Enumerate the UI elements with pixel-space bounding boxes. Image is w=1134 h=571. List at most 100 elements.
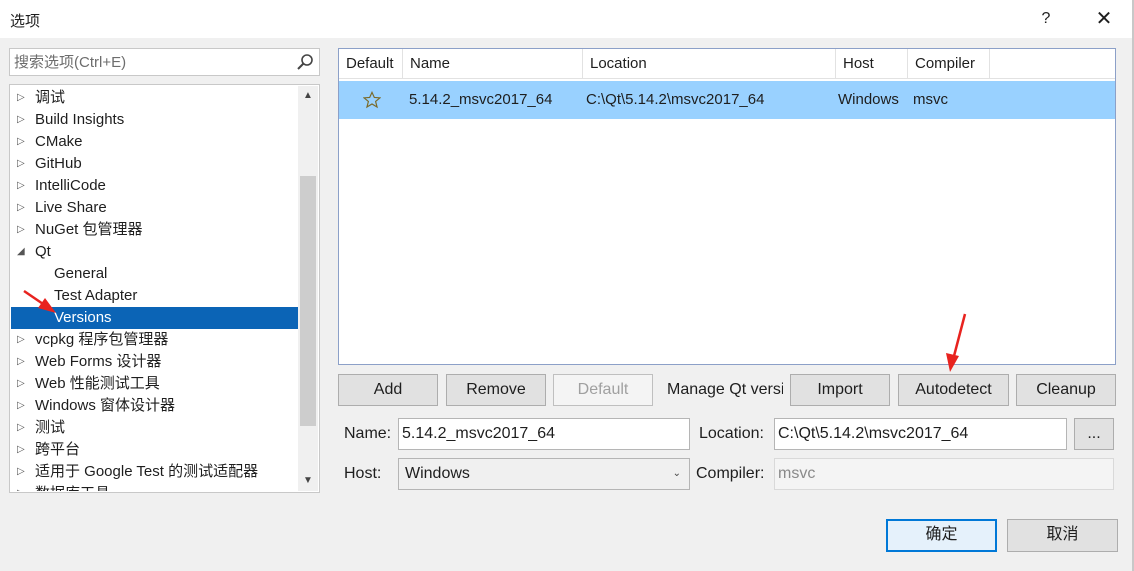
expand-icon[interactable]: ▷ (17, 87, 29, 109)
tree-item-label: 数据库工具 (35, 483, 110, 491)
tree-item-intellicode[interactable]: ▷ IntelliCode (11, 175, 298, 197)
remove-button[interactable]: Remove (446, 374, 546, 406)
tree-item-cmake[interactable]: ▷ CMake (11, 131, 298, 153)
tree-item-label: 调试 (35, 89, 66, 106)
tree-item-qt-general[interactable]: General (11, 263, 298, 285)
tree-item-label: Test Adapter (54, 287, 138, 304)
tree-list: ▷ 调试 ▷ Build Insights ▷ CMake ▷ GitHub ▷ Inte… (11, 86, 298, 491)
expand-icon[interactable]: ▷ (17, 395, 29, 417)
tree-item-label: Web 性能测试工具 (35, 375, 160, 392)
tree-item-label: IntelliCode (35, 177, 106, 194)
column-header-location[interactable]: Location (583, 49, 836, 79)
chevron-down-icon: ⌄ (672, 468, 681, 479)
tree-item-qt[interactable]: ◢ Qt (11, 241, 298, 263)
location-field[interactable]: C:\Qt\5.14.2\msvc2017_64 (774, 418, 1067, 450)
tree-item-cross-platform[interactable]: ▷ 跨平台 (11, 439, 298, 461)
tree-item-label: Qt (35, 243, 51, 260)
tree-item-label: Versions (54, 309, 112, 326)
cancel-button[interactable]: 取消 (1007, 519, 1118, 552)
expand-icon[interactable]: ▷ (17, 109, 29, 131)
title-bar: 选项 ? ✕ (0, 0, 1134, 38)
tree-item-windows-forms[interactable]: ▷ Windows 窗体设计器 (11, 395, 298, 417)
import-button[interactable]: Import (790, 374, 890, 406)
cell-compiler: msvc (913, 91, 948, 108)
tree-item-database-tools[interactable]: ▷ 数据库工具 (11, 483, 298, 491)
expand-icon[interactable]: ▷ (17, 483, 29, 491)
expand-icon[interactable]: ▷ (17, 219, 29, 241)
location-label: Location: (699, 425, 764, 442)
add-button[interactable]: Add (338, 374, 438, 406)
host-label: Host: (344, 465, 382, 482)
tree-item-label: Live Share (35, 199, 107, 216)
tree-item-qt-versions[interactable]: Versions (11, 307, 298, 329)
tree-item-label: GitHub (35, 155, 82, 172)
scroll-thumb[interactable] (300, 176, 316, 426)
tree-item-label: 跨平台 (35, 441, 81, 458)
tree-item-label: Web Forms 设计器 (35, 353, 162, 370)
search-input[interactable] (14, 52, 284, 72)
name-label: Name: (344, 425, 392, 442)
expand-icon[interactable]: ▷ (17, 351, 29, 373)
cell-host: Windows (838, 91, 899, 108)
expand-icon[interactable]: ▷ (17, 131, 29, 153)
expand-icon[interactable]: ▷ (17, 329, 29, 351)
tree-item-test[interactable]: ▷ 测试 (11, 417, 298, 439)
table-header: Default Name Location Host Compiler (339, 49, 1115, 79)
expand-icon[interactable]: ▷ (17, 439, 29, 461)
compiler-label: Compiler: (696, 465, 765, 482)
scroll-down-icon[interactable]: ▼ (298, 471, 318, 491)
tree-item-label: CMake (35, 133, 83, 150)
expand-icon[interactable]: ▷ (17, 175, 29, 197)
cell-name: 5.14.2_msvc2017_64 (409, 91, 553, 108)
tree-item-google-test[interactable]: ▷ 适用于 Google Test 的测试适配器 (11, 461, 298, 483)
search-box[interactable] (9, 48, 320, 76)
autodetect-button[interactable]: Autodetect (898, 374, 1009, 406)
expand-icon[interactable]: ▷ (17, 417, 29, 439)
tree-item-live-share[interactable]: ▷ Live Share (11, 197, 298, 219)
tree-item-build-insights[interactable]: ▷ Build Insights (11, 109, 298, 131)
ok-button[interactable]: 确定 (886, 519, 997, 552)
column-header-compiler[interactable]: Compiler (908, 49, 990, 79)
tree-item-web-forms[interactable]: ▷ Web Forms 设计器 (11, 351, 298, 373)
tree-scrollbar[interactable]: ▲ ▼ (298, 86, 318, 491)
tree-item-label: Build Insights (35, 111, 125, 128)
expand-icon[interactable]: ▷ (17, 373, 29, 395)
tree-item-vcpkg[interactable]: ▷ vcpkg 程序包管理器 (11, 329, 298, 351)
host-select-value: Windows (405, 465, 470, 482)
tree-item-label: NuGet 包管理器 (35, 221, 143, 238)
help-button[interactable]: ? (1030, 4, 1062, 34)
cell-location: C:\Qt\5.14.2\msvc2017_64 (586, 91, 765, 108)
collapse-icon[interactable]: ◢ (17, 241, 29, 263)
qt-versions-table: Default Name Location Host Compiler 5.14… (338, 48, 1116, 365)
options-tree: ▷ 调试 ▷ Build Insights ▷ CMake ▷ GitHub ▷ Inte… (9, 84, 320, 493)
cleanup-button[interactable]: Cleanup (1016, 374, 1116, 406)
expand-icon[interactable]: ▷ (17, 461, 29, 483)
table-row[interactable]: 5.14.2_msvc2017_64 C:\Qt\5.14.2\msvc2017… (339, 81, 1115, 119)
tree-item-label: 适用于 Google Test 的测试适配器 (35, 463, 259, 480)
tree-item-web-perf[interactable]: ▷ Web 性能测试工具 (11, 373, 298, 395)
name-field[interactable]: 5.14.2_msvc2017_64 (398, 418, 690, 450)
tree-item-nuget[interactable]: ▷ NuGet 包管理器 (11, 219, 298, 241)
column-header-name[interactable]: Name (403, 49, 583, 79)
search-icon[interactable] (295, 52, 315, 72)
tree-item-label: vcpkg 程序包管理器 (35, 331, 169, 348)
tree-item-label: 测试 (35, 419, 66, 436)
host-select[interactable]: Windows ⌄ (398, 458, 690, 490)
tree-item-label: Windows 窗体设计器 (35, 397, 176, 414)
set-default-button[interactable]: Default (553, 374, 653, 406)
tree-item-label: General (54, 265, 108, 282)
expand-icon[interactable]: ▷ (17, 153, 29, 175)
window-title: 选项 (10, 13, 41, 30)
default-star-icon[interactable] (363, 91, 381, 109)
column-header-default[interactable]: Default (339, 49, 403, 79)
tree-item-github[interactable]: ▷ GitHub (11, 153, 298, 175)
tree-item-debug[interactable]: ▷ 调试 (11, 87, 298, 109)
scroll-up-icon[interactable]: ▲ (298, 86, 318, 106)
tree-item-qt-test-adapter[interactable]: Test Adapter (11, 285, 298, 307)
compiler-field[interactable]: msvc (774, 458, 1114, 490)
column-header-host[interactable]: Host (836, 49, 908, 79)
browse-button[interactable]: ... (1074, 418, 1114, 450)
close-button[interactable]: ✕ (1088, 4, 1120, 34)
expand-icon[interactable]: ▷ (17, 197, 29, 219)
manage-qt-versions-label: Manage Qt versions (667, 381, 783, 398)
